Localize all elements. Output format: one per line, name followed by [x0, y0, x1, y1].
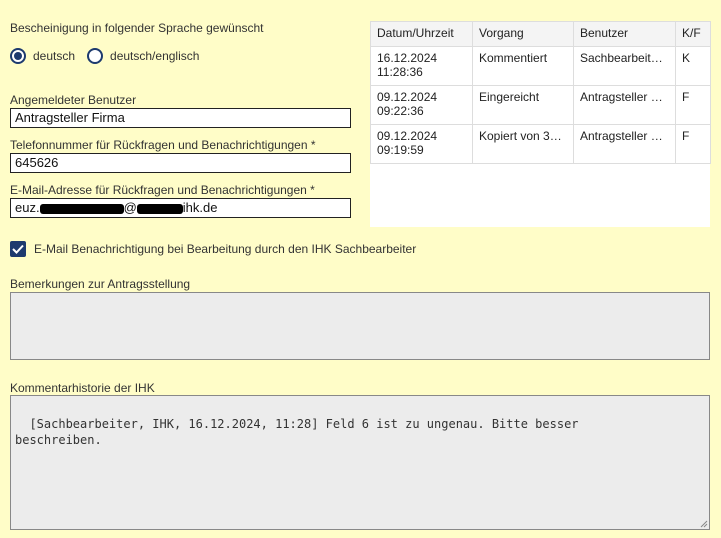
header-kf[interactable]: K/F	[675, 21, 711, 47]
notify-row: E-Mail Benachrichtigung bei Bearbeitung …	[10, 241, 416, 257]
checkmark-icon	[12, 244, 24, 254]
remarks-label: Bemerkungen zur Antragsstellung	[10, 277, 191, 291]
resize-grip-icon[interactable]	[699, 519, 708, 528]
redaction-bar	[39, 203, 124, 214]
radio-deutsch-englisch[interactable]	[87, 48, 104, 64]
remarks-textarea[interactable]	[10, 292, 710, 360]
radio-deutsch-englisch-label[interactable]: deutsch/englisch	[110, 49, 199, 63]
header-datum[interactable]: Datum/Uhrzeit	[370, 21, 473, 47]
history-table: Datum/Uhrzeit Vorgang Benutzer K/F 16.12…	[370, 21, 711, 227]
cell-user: Sachbearbeiter, IHK	[573, 46, 676, 86]
cell-action: Kommentiert	[472, 46, 574, 86]
user-label: Angemeldeter Benutzer	[10, 93, 137, 107]
cell-datetime: 09.12.2024 09:22:36	[370, 85, 473, 125]
cell-user: Antragsteller Firma	[573, 124, 676, 164]
user-field[interactable]: Antragsteller Firma	[10, 108, 351, 128]
table-row[interactable]: 16.12.2024 11:28:36 Kommentiert Sachbearb…	[370, 46, 711, 86]
notify-label[interactable]: E-Mail Benachrichtigung bei Bearbeitung …	[34, 242, 416, 256]
redaction-bar	[136, 203, 183, 214]
table-row[interactable]: 09.12.2024 09:22:36 Eingereicht Antragste…	[370, 85, 711, 125]
cell-datetime: 16.12.2024 11:28:36	[370, 46, 473, 86]
cell-action: Kopiert von 30…	[472, 124, 574, 164]
cell-user: Antragsteller Firma	[573, 85, 676, 125]
language-label: Bescheinigung in folgender Sprache gewün…	[10, 21, 264, 35]
comments-label: Kommentarhistorie der IHK	[10, 381, 155, 395]
cell-kf: K	[675, 46, 711, 86]
cell-datetime: 09.12.2024 09:19:59	[370, 124, 473, 164]
history-header-row: Datum/Uhrzeit Vorgang Benutzer K/F	[370, 21, 711, 47]
header-benutzer[interactable]: Benutzer	[573, 21, 676, 47]
comments-text: [Sachbearbeiter, IHK, 16.12.2024, 11:28]…	[15, 417, 579, 447]
header-vorgang[interactable]: Vorgang	[472, 21, 574, 47]
language-radio-group: deutsch deutsch/englisch	[10, 45, 211, 67]
cell-action: Eingereicht	[472, 85, 574, 125]
table-row[interactable]: 09.12.2024 09:19:59 Kopiert von 30… Antra…	[370, 124, 711, 164]
cell-kf: F	[675, 124, 711, 164]
email-field[interactable]: euz. @ ihk.de	[10, 198, 351, 218]
email-suffix: ihk.de	[182, 200, 218, 215]
cell-kf: F	[675, 85, 711, 125]
radio-deutsch[interactable]	[10, 48, 26, 64]
email-prefix: euz.	[15, 200, 40, 215]
phone-label: Telefonnummer für Rückfragen und Benachr…	[10, 138, 316, 152]
phone-field[interactable]: 645626	[10, 153, 351, 173]
radio-deutsch-label[interactable]: deutsch	[33, 49, 75, 63]
email-at: @	[123, 200, 137, 215]
notify-checkbox[interactable]	[10, 241, 26, 257]
comments-textarea[interactable]: [Sachbearbeiter, IHK, 16.12.2024, 11:28]…	[10, 395, 710, 530]
email-label: E-Mail-Adresse für Rückfragen und Benach…	[10, 183, 315, 197]
